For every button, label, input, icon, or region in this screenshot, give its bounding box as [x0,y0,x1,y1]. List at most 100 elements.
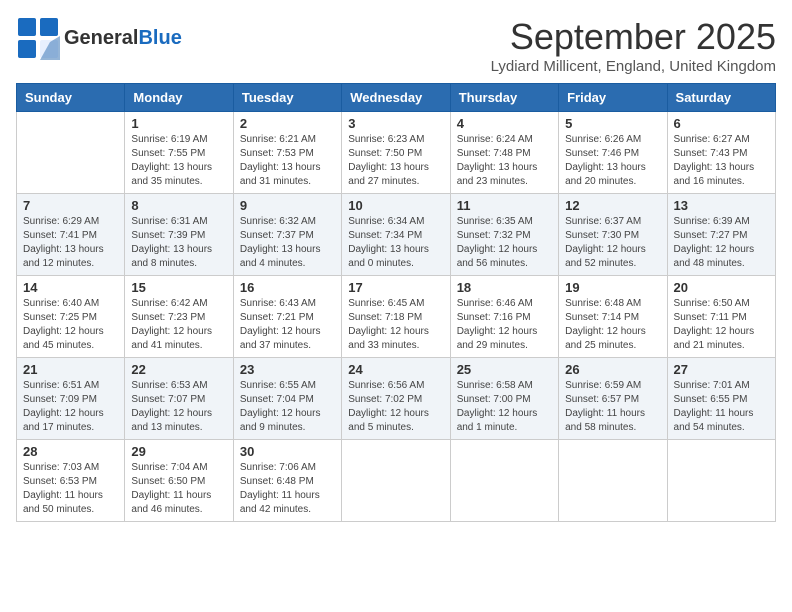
calendar-table: SundayMondayTuesdayWednesdayThursdayFrid… [16,83,776,522]
day-number: 27 [674,362,769,377]
day-number: 28 [23,444,118,459]
day-cell: 22 Sunrise: 6:53 AM Sunset: 7:07 PM Dayli… [125,358,233,440]
day-info: Sunrise: 6:29 AM Sunset: 7:41 PM Dayligh… [23,215,118,271]
day-info: Sunrise: 6:26 AM Sunset: 7:46 PM Dayligh… [565,133,660,189]
day-number: 22 [131,362,226,377]
day-info: Sunrise: 6:39 AM Sunset: 7:27 PM Dayligh… [674,215,769,271]
day-number: 3 [348,116,443,131]
day-cell: 14Sunrise: 6:40 AM Sunset: 7:25 PM Dayli… [17,276,125,358]
day-cell: 21Sunrise: 6:51 AM Sunset: 7:09 PM Dayli… [17,358,125,440]
day-number: 26 [565,362,660,377]
day-number: 30 [240,444,335,459]
day-cell: 5 Sunrise: 6:26 AM Sunset: 7:46 PM Daylig… [559,112,667,194]
header-wednesday: Wednesday [342,84,450,112]
day-cell: 10 Sunrise: 6:34 AM Sunset: 7:34 PM Dayli… [342,194,450,276]
day-number: 11 [457,198,552,213]
day-cell [559,440,667,522]
day-info: Sunrise: 6:43 AM Sunset: 7:21 PM Dayligh… [240,297,335,353]
day-number: 6 [674,116,769,131]
day-info: Sunrise: 6:27 AM Sunset: 7:43 PM Dayligh… [674,133,769,189]
day-info: Sunrise: 6:35 AM Sunset: 7:32 PM Dayligh… [457,215,552,271]
day-info: Sunrise: 6:58 AM Sunset: 7:00 PM Dayligh… [457,379,552,435]
day-number: 1 [131,116,226,131]
day-number: 19 [565,280,660,295]
header-thursday: Thursday [450,84,558,112]
day-info: Sunrise: 6:45 AM Sunset: 7:18 PM Dayligh… [348,297,443,353]
day-info: Sunrise: 7:06 AM Sunset: 6:48 PM Dayligh… [240,461,335,517]
day-info: Sunrise: 7:03 AM Sunset: 6:53 PM Dayligh… [23,461,118,517]
day-cell: 16 Sunrise: 6:43 AM Sunset: 7:21 PM Dayli… [233,276,341,358]
day-number: 25 [457,362,552,377]
day-cell: 23Sunrise: 6:55 AM Sunset: 7:04 PM Dayli… [233,358,341,440]
day-number: 23 [240,362,335,377]
day-info: Sunrise: 6:21 AM Sunset: 7:53 PM Dayligh… [240,133,335,189]
day-info: Sunrise: 6:34 AM Sunset: 7:34 PM Dayligh… [348,215,443,271]
location: Lydiard Millicent, England, United Kingd… [491,58,776,75]
day-cell: 20Sunrise: 6:50 AM Sunset: 7:11 PM Dayli… [667,276,775,358]
day-number: 8 [131,198,226,213]
day-cell [342,440,450,522]
day-cell: 15 Sunrise: 6:42 AM Sunset: 7:23 PM Dayli… [125,276,233,358]
day-cell: 25 Sunrise: 6:58 AM Sunset: 7:00 PM Dayli… [450,358,558,440]
day-cell: 30 Sunrise: 7:06 AM Sunset: 6:48 PM Dayli… [233,440,341,522]
day-cell: 9Sunrise: 6:32 AM Sunset: 7:37 PM Daylig… [233,194,341,276]
day-info: Sunrise: 6:46 AM Sunset: 7:16 PM Dayligh… [457,297,552,353]
day-number: 20 [674,280,769,295]
week-row-4: 21Sunrise: 6:51 AM Sunset: 7:09 PM Dayli… [17,358,776,440]
header-saturday: Saturday [667,84,775,112]
day-cell: 4Sunrise: 6:24 AM Sunset: 7:48 PM Daylig… [450,112,558,194]
day-cell: 7 Sunrise: 6:29 AM Sunset: 7:41 PM Daylig… [17,194,125,276]
logo-general: General [64,27,138,49]
day-number: 16 [240,280,335,295]
day-info: Sunrise: 6:23 AM Sunset: 7:50 PM Dayligh… [348,133,443,189]
day-number: 5 [565,116,660,131]
day-number: 18 [457,280,552,295]
day-cell: 12 Sunrise: 6:37 AM Sunset: 7:30 PM Dayli… [559,194,667,276]
day-info: Sunrise: 7:01 AM Sunset: 6:55 PM Dayligh… [674,379,769,435]
day-cell: 28 Sunrise: 7:03 AM Sunset: 6:53 PM Dayli… [17,440,125,522]
day-number: 14 [23,280,118,295]
day-cell: 29Sunrise: 7:04 AM Sunset: 6:50 PM Dayli… [125,440,233,522]
day-number: 24 [348,362,443,377]
month-title: September 2025 [491,16,776,58]
header-monday: Monday [125,84,233,112]
day-cell: 27 Sunrise: 7:01 AM Sunset: 6:55 PM Dayli… [667,358,775,440]
day-cell [17,112,125,194]
day-info: Sunrise: 6:32 AM Sunset: 7:37 PM Dayligh… [240,215,335,271]
day-cell: 26 Sunrise: 6:59 AM Sunset: 6:57 PM Dayli… [559,358,667,440]
day-number: 10 [348,198,443,213]
day-number: 4 [457,116,552,131]
day-number: 15 [131,280,226,295]
day-info: Sunrise: 6:42 AM Sunset: 7:23 PM Dayligh… [131,297,226,353]
day-number: 2 [240,116,335,131]
day-number: 17 [348,280,443,295]
week-row-2: 7 Sunrise: 6:29 AM Sunset: 7:41 PM Daylig… [17,194,776,276]
calendar-header-row: SundayMondayTuesdayWednesdayThursdayFrid… [17,84,776,112]
day-cell: 1 Sunrise: 6:19 AM Sunset: 7:55 PM Daylig… [125,112,233,194]
day-info: Sunrise: 6:51 AM Sunset: 7:09 PM Dayligh… [23,379,118,435]
day-cell: 8 Sunrise: 6:31 AM Sunset: 7:39 PM Daylig… [125,194,233,276]
day-cell: 2 Sunrise: 6:21 AM Sunset: 7:53 PM Daylig… [233,112,341,194]
day-info: Sunrise: 6:37 AM Sunset: 7:30 PM Dayligh… [565,215,660,271]
day-info: Sunrise: 6:19 AM Sunset: 7:55 PM Dayligh… [131,133,226,189]
day-cell: 11 Sunrise: 6:35 AM Sunset: 7:32 PM Dayli… [450,194,558,276]
day-number: 29 [131,444,226,459]
day-info: Sunrise: 6:53 AM Sunset: 7:07 PM Dayligh… [131,379,226,435]
day-info: Sunrise: 6:59 AM Sunset: 6:57 PM Dayligh… [565,379,660,435]
day-number: 7 [23,198,118,213]
week-row-5: 28 Sunrise: 7:03 AM Sunset: 6:53 PM Dayli… [17,440,776,522]
day-cell [667,440,775,522]
title-block: September 2025 Lydiard Millicent, Englan… [491,16,776,75]
day-info: Sunrise: 6:31 AM Sunset: 7:39 PM Dayligh… [131,215,226,271]
week-row-1: 1 Sunrise: 6:19 AM Sunset: 7:55 PM Daylig… [17,112,776,194]
day-cell: 18 Sunrise: 6:46 AM Sunset: 7:16 PM Dayli… [450,276,558,358]
day-cell: 24Sunrise: 6:56 AM Sunset: 7:02 PM Dayli… [342,358,450,440]
day-cell [450,440,558,522]
day-cell: 3 Sunrise: 6:23 AM Sunset: 7:50 PM Daylig… [342,112,450,194]
header-sunday: Sunday [17,84,125,112]
page-header: GeneralBlue September 2025 Lydiard Milli… [16,16,776,75]
day-info: Sunrise: 6:48 AM Sunset: 7:14 PM Dayligh… [565,297,660,353]
day-number: 12 [565,198,660,213]
day-cell: 6 Sunrise: 6:27 AM Sunset: 7:43 PM Daylig… [667,112,775,194]
day-cell: 13Sunrise: 6:39 AM Sunset: 7:27 PM Dayli… [667,194,775,276]
